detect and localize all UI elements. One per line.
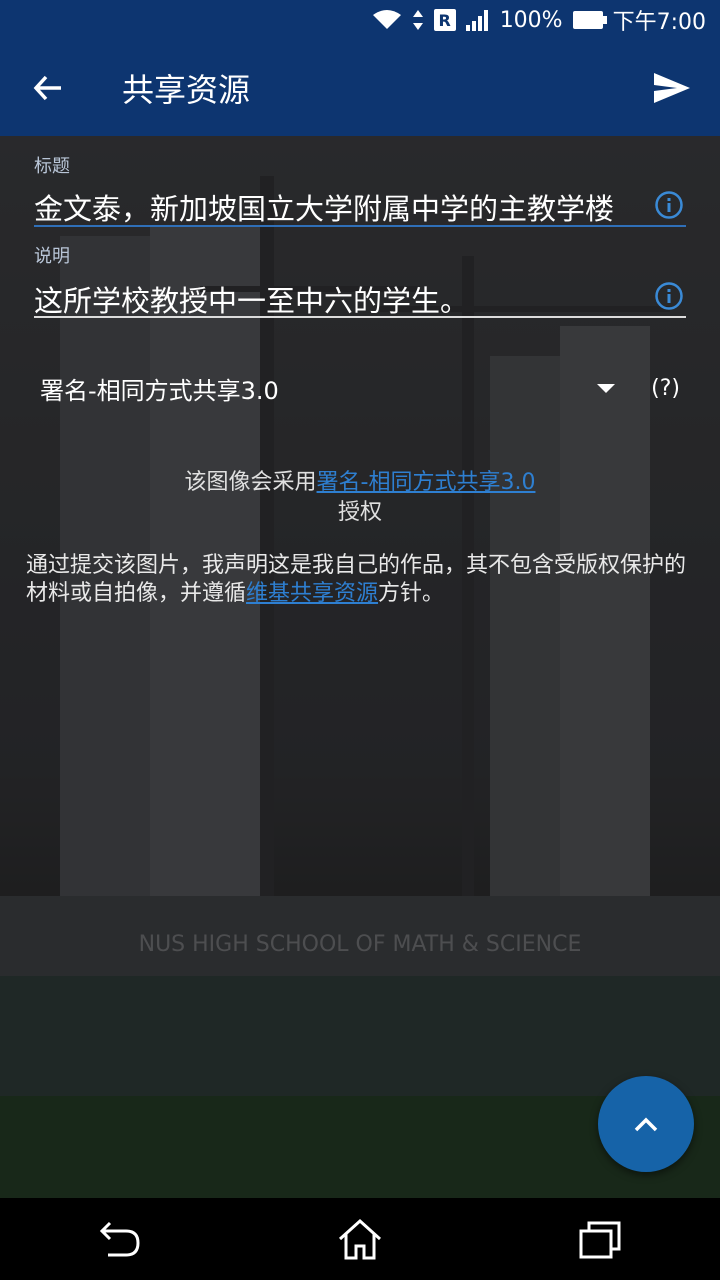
send-icon xyxy=(654,73,690,103)
description-info-icon[interactable] xyxy=(654,281,684,311)
license-help-button[interactable]: (?) xyxy=(651,376,680,401)
title-input[interactable]: 金文泰，新加坡国立大学附属中学的主教学楼 xyxy=(34,186,614,228)
license-note-suffix: 授权 xyxy=(337,500,382,525)
status-bar: R 100% 下午7:00 xyxy=(0,0,720,40)
description-underline xyxy=(34,316,686,318)
home-icon xyxy=(338,1218,382,1260)
page-title: 共享资源 xyxy=(122,71,251,109)
clock: 下午7:00 xyxy=(612,10,706,35)
wifi-icon xyxy=(372,9,402,31)
declaration-text: 通过提交该图片，我声明这是我自己的作品，其不包含受版权保护的材料或自拍像，并遵循… xyxy=(26,552,694,608)
send-button[interactable] xyxy=(624,40,720,136)
battery-percent: 100% xyxy=(499,7,563,33)
license-note: 该图像会采用署名-相同方式共享3.0 授权 xyxy=(100,468,620,528)
license-selected: 署名-相同方式共享3.0 xyxy=(40,376,279,405)
expand-button[interactable] xyxy=(598,1076,694,1172)
title-label: 标题 xyxy=(34,156,70,177)
title-info-icon[interactable] xyxy=(654,190,684,220)
nav-back-button[interactable] xyxy=(80,1199,160,1279)
dropdown-arrow-icon xyxy=(597,383,616,393)
battery-icon xyxy=(572,11,607,29)
title-underline xyxy=(34,225,686,227)
carrier-badge: R xyxy=(433,9,456,31)
back-button[interactable] xyxy=(0,40,96,136)
chevron-up-icon xyxy=(634,1117,658,1132)
description-label: 说明 xyxy=(34,246,70,267)
license-link[interactable]: 署名-相同方式共享3.0 xyxy=(317,470,536,495)
declaration-suffix: 方针。 xyxy=(378,581,445,606)
app-bar: 共享资源 xyxy=(0,40,720,136)
license-note-prefix: 该图像会采用 xyxy=(184,470,317,495)
description-input[interactable]: 这所学校教授中一至中六的学生。 xyxy=(34,278,469,320)
recents-icon xyxy=(579,1221,621,1259)
upload-form: 标题 金文泰，新加坡国立大学附属中学的主教学楼 说明 这所学校教授中一至中六的学… xyxy=(0,136,720,1198)
nav-recents-button[interactable] xyxy=(560,1199,640,1279)
arrow-back-icon xyxy=(33,75,61,101)
system-nav-bar xyxy=(0,1198,720,1280)
license-dropdown[interactable]: 署名-相同方式共享3.0 (?) xyxy=(40,368,680,408)
nav-home-button[interactable] xyxy=(320,1199,400,1279)
data-arrows-icon xyxy=(412,9,424,31)
commons-policy-link[interactable]: 维基共享资源 xyxy=(246,581,378,606)
signal-icon xyxy=(465,9,490,31)
undo-back-icon xyxy=(99,1221,140,1257)
